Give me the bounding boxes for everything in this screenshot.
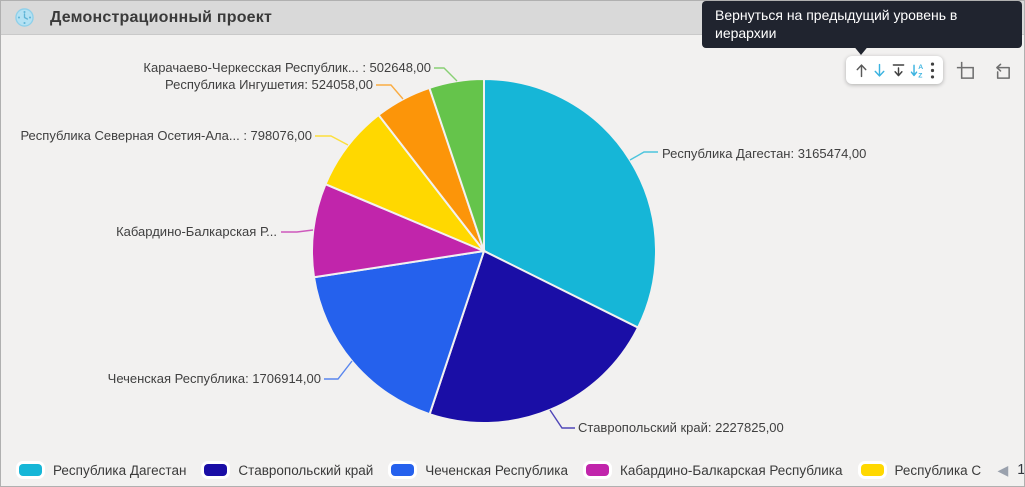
legend-label: Ставропольский край: [238, 463, 373, 478]
legend-label: Республика Дагестан: [53, 463, 186, 478]
leader-line: [281, 230, 313, 232]
legend-item-dagestan[interactable]: Республика Дагестан: [16, 463, 186, 478]
drill-toolbar: A Z: [846, 56, 943, 84]
legend-label: Кабардино-Балкарская Республика: [620, 463, 843, 478]
slice-label-karachaevo: Карачаево-Черкесская Республик... : 5026…: [143, 60, 431, 76]
legend-swatch: [861, 464, 884, 476]
page-title: Демонстрационный проект: [50, 9, 272, 27]
legend-item-osetia[interactable]: Республика С: [858, 463, 981, 478]
legend-swatch: [586, 464, 609, 476]
svg-text:A: A: [919, 64, 924, 71]
drill-up-icon[interactable]: [852, 60, 870, 80]
leader-line: [315, 136, 348, 145]
view-controls: [953, 58, 1013, 82]
tooltip-text: Вернуться на предыдущий уровень в иерарх…: [715, 7, 957, 41]
more-options-icon[interactable]: [927, 60, 937, 80]
leader-line: [630, 152, 658, 160]
bi-widget: Демонстрационный проект Республика Дагес…: [0, 0, 1025, 487]
legend-swatch: [19, 464, 42, 476]
slice-label-chechnya: Чеченская Республика: 1706914,00: [108, 371, 321, 387]
svg-text:Z: Z: [919, 72, 923, 79]
tooltip-arrow: [852, 44, 870, 55]
sort-az-icon[interactable]: A Z: [908, 60, 926, 80]
legend-label: Чеченская Республика: [425, 463, 568, 478]
slice-label-osetia: Республика Северная Осетия-Ала... : 7980…: [20, 128, 312, 144]
legend-item-kabardino[interactable]: Кабардино-Балкарская Республика: [583, 463, 843, 478]
legend-page-indicator: 1/2: [1017, 462, 1025, 478]
leader-line: [434, 68, 457, 81]
legend-prev-page-icon[interactable]: ◀: [998, 463, 1009, 477]
legend-item-chechnya[interactable]: Чеченская Республика: [388, 463, 568, 478]
project-logo-icon: [15, 8, 34, 27]
chart-legend: Республика Дагестан Ставропольский край …: [1, 454, 1025, 486]
pie-slices: [312, 79, 656, 423]
pie-chart-svg: [1, 35, 1025, 456]
slice-label-kabardino: Кабардино-Балкарская Р...: [116, 224, 277, 240]
reset-zoom-icon[interactable]: [989, 58, 1013, 82]
legend-swatch: [391, 464, 414, 476]
leader-line: [324, 361, 352, 379]
leader-line: [376, 85, 403, 99]
legend-pagination: ◀ 1/2 ▶: [998, 462, 1025, 478]
legend-label: Республика С: [895, 463, 981, 478]
legend-swatch: [204, 464, 227, 476]
slice-label-ingushetia: Республика Ингушетия: 524058,00: [165, 77, 373, 93]
slice-label-stavropol: Ставропольский край: 2227825,00: [578, 420, 784, 436]
drill-down-icon[interactable]: [871, 60, 889, 80]
next-level-icon[interactable]: [890, 60, 908, 80]
legend-item-stavropol[interactable]: Ставропольский край: [201, 463, 373, 478]
slice-label-dagestan: Республика Дагестан: 3165474,00: [662, 146, 866, 162]
drill-up-tooltip: Вернуться на предыдущий уровень в иерарх…: [702, 1, 1022, 48]
select-area-icon[interactable]: [953, 58, 977, 82]
leader-line: [550, 410, 575, 428]
pie-chart-area: Республика Дагестан: 3165474,00 Ставропо…: [1, 35, 1025, 456]
